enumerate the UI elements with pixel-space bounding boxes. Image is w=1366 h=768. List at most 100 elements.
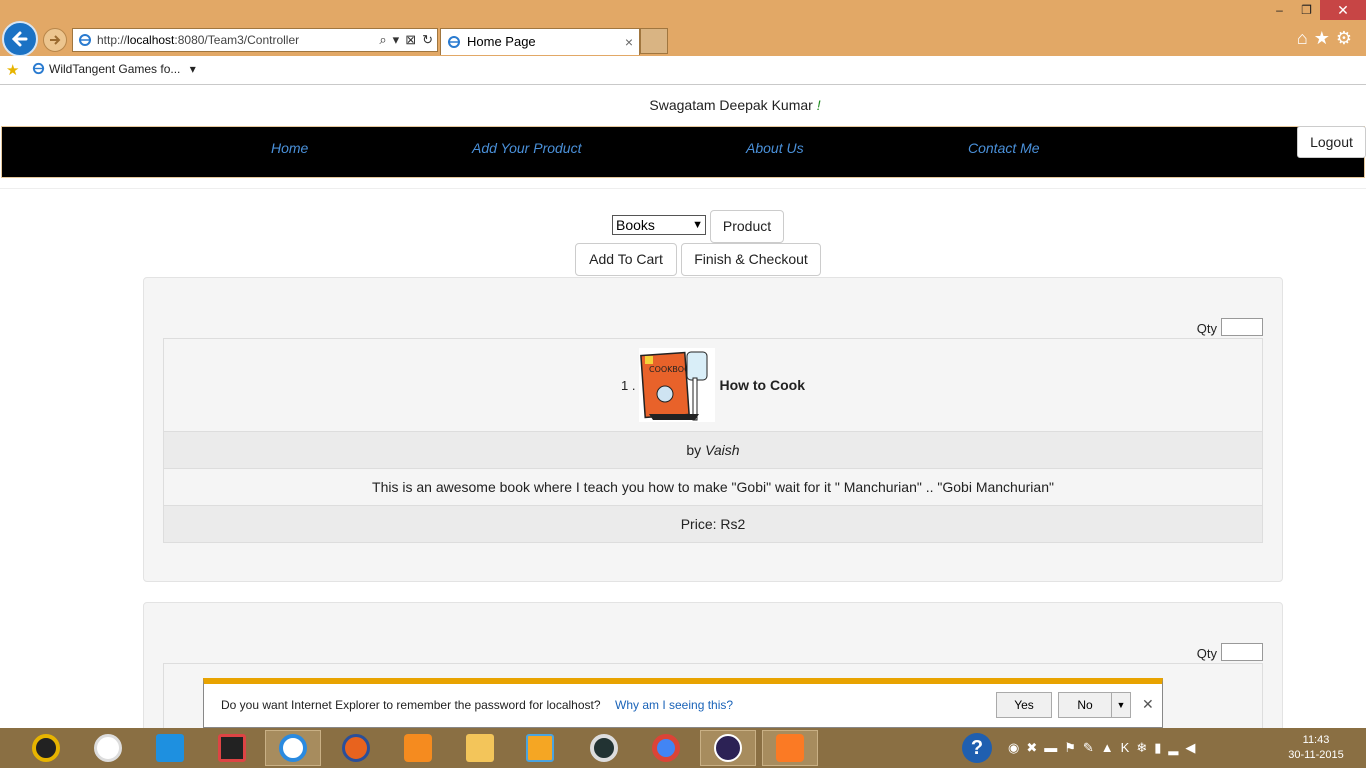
favorites-caret-icon[interactable]: ▾: [190, 62, 196, 76]
navbar: Home Add Your Product About Us Contact M…: [1, 126, 1365, 178]
ie-favorite-icon: [32, 62, 45, 75]
favorites-item-label: WildTangent Games fo...: [49, 62, 181, 76]
tab-close-icon[interactable]: ×: [625, 29, 633, 55]
url-prefix: http://: [97, 33, 128, 47]
product-index: 1 .: [620, 377, 636, 393]
why-seeing-link[interactable]: Why am I seeing this?: [615, 698, 733, 712]
url-host: localhost: [127, 33, 175, 47]
tab-home-page[interactable]: Home Page ×: [440, 28, 640, 55]
divider: [0, 188, 1366, 189]
favorites-item-wildtangent[interactable]: WildTangent Games fo... ▾: [32, 62, 196, 76]
welcome-name: Swagatam Deepak Kumar: [649, 97, 813, 113]
compat-view-icon[interactable]: ⊠: [405, 32, 416, 47]
video-player-icon: [526, 734, 554, 762]
password-notification-bar: Do you want Internet Explorer to remembe…: [203, 678, 1163, 728]
taskbar-eclipse[interactable]: [700, 730, 756, 766]
taskbar-file-explorer[interactable]: [452, 730, 508, 766]
taskbar-rocket[interactable]: [142, 730, 198, 766]
category-select[interactable]: Books ▼: [612, 215, 706, 235]
forward-button[interactable]: [43, 28, 67, 52]
author-name: Vaish: [705, 442, 740, 458]
author-prefix: by: [686, 442, 702, 458]
url-path: :8080/Team3/Controller: [174, 33, 300, 47]
welcome-message: Swagatam Deepak Kumar !: [0, 97, 1366, 113]
file-explorer-icon: [466, 734, 494, 762]
taskbar-vlc[interactable]: [390, 730, 446, 766]
logout-button[interactable]: Logout: [1297, 126, 1366, 158]
refresh-icon[interactable]: ↻: [422, 32, 433, 47]
address-bar-icons: ⌕ ▾ ⊠ ↻: [373, 29, 433, 51]
taskbar-colorful-app[interactable]: [204, 730, 260, 766]
eye-app-icon: [590, 734, 618, 762]
clock-time: 11:43: [1302, 734, 1330, 746]
address-bar[interactable]: http://localhost:8080/Team3/Controller ⌕…: [72, 28, 438, 52]
nav-contact-me[interactable]: Contact Me: [968, 140, 1040, 156]
clock[interactable]: 11:43 30-11-2015: [1276, 733, 1356, 763]
welcome-exclamation: !: [816, 97, 821, 113]
favorites-star-icon[interactable]: ★: [6, 61, 19, 79]
xampp-icon: [776, 734, 804, 762]
password-question: Do you want Internet Explorer to remembe…: [221, 698, 601, 712]
cookbook-image: COOKBOOK: [639, 348, 716, 422]
home-favorites-settings-icons[interactable]: ⌂★⚙: [1297, 28, 1358, 49]
no-button[interactable]: No: [1058, 692, 1112, 718]
tab-title: Home Page: [467, 34, 536, 49]
firefox-icon: [342, 734, 370, 762]
taskbar-eye-app[interactable]: [576, 730, 632, 766]
qty-input[interactable]: [1221, 643, 1263, 661]
nav-about-us[interactable]: About Us: [746, 140, 804, 156]
taskbar-chrome[interactable]: [638, 730, 694, 766]
product-card: Qty 1 . COOKBOOK How to Cook by Vaish Th…: [143, 277, 1283, 582]
help-icon[interactable]: ?: [962, 733, 992, 763]
chrome-icon: [652, 734, 680, 762]
new-tab-button[interactable]: [640, 28, 668, 54]
restore-button[interactable]: ❐: [1293, 0, 1320, 20]
product-button[interactable]: Product: [710, 210, 784, 243]
product-title-row: 1 . COOKBOOK How to Cook: [164, 339, 1262, 431]
taskbar-xampp[interactable]: [762, 730, 818, 766]
product-table: 1 . COOKBOOK How to Cook by Vaish This i…: [163, 338, 1263, 543]
close-window-button[interactable]: ✕: [1320, 0, 1366, 20]
rocket-icon: [156, 734, 184, 762]
yes-button[interactable]: Yes: [996, 692, 1052, 718]
dropdown-arrow-icon: ▼: [692, 219, 703, 231]
no-dropdown-button[interactable]: ▼: [1111, 692, 1131, 718]
browser-chrome: http://localhost:8080/Team3/Controller ⌕…: [0, 0, 1366, 57]
taskbar-video-player[interactable]: [512, 730, 568, 766]
arrow-right-icon: [50, 35, 61, 45]
hp-icon: [94, 734, 122, 762]
qty-label: Qty: [1196, 646, 1217, 661]
window-controls: – ❐ ✕: [1266, 0, 1366, 20]
page-content: Swagatam Deepak Kumar ! Home Add Your Pr…: [0, 85, 1366, 728]
search-icon[interactable]: ⌕: [379, 32, 386, 47]
eclipse-icon: [714, 734, 742, 762]
taskbar-hp[interactable]: [80, 730, 136, 766]
clock-date: 30-11-2015: [1288, 749, 1344, 761]
ie-page-icon: [79, 34, 91, 46]
nav-home[interactable]: Home: [271, 140, 308, 156]
colorful-app-icon: [218, 734, 246, 762]
product-author-row: by Vaish: [164, 431, 1262, 468]
taskbar-internet-explorer[interactable]: [265, 730, 321, 766]
qty-input[interactable]: [1221, 318, 1263, 336]
product-title: How to Cook: [719, 377, 805, 393]
taskbar-media-player[interactable]: [18, 730, 74, 766]
nav-add-product[interactable]: Add Your Product: [472, 140, 581, 156]
dropdown-icon[interactable]: ▾: [393, 32, 400, 47]
product-price: Price: Rs2: [164, 505, 1262, 542]
finish-checkout-button[interactable]: Finish & Checkout: [681, 243, 821, 276]
taskbar-firefox[interactable]: [328, 730, 384, 766]
media-player-icon: [32, 734, 60, 762]
product-description: This is an awesome book where I teach yo…: [164, 468, 1262, 505]
ie-tab-icon: [448, 36, 460, 48]
category-selected: Books: [616, 217, 655, 233]
qty-label: Qty: [1196, 321, 1217, 336]
system-tray-icons[interactable]: ◉✖▬⚑✎▲K❄▮▂◀: [1008, 740, 1202, 756]
minimize-button[interactable]: –: [1266, 0, 1293, 20]
favorites-bar: ★ WildTangent Games fo... ▾: [0, 56, 1366, 85]
back-button[interactable]: [2, 21, 38, 57]
close-bar-icon[interactable]: ✕: [1142, 696, 1154, 713]
add-to-cart-button[interactable]: Add To Cart: [575, 243, 677, 276]
internet-explorer-icon: [279, 734, 307, 762]
arrow-left-icon: [11, 31, 28, 47]
